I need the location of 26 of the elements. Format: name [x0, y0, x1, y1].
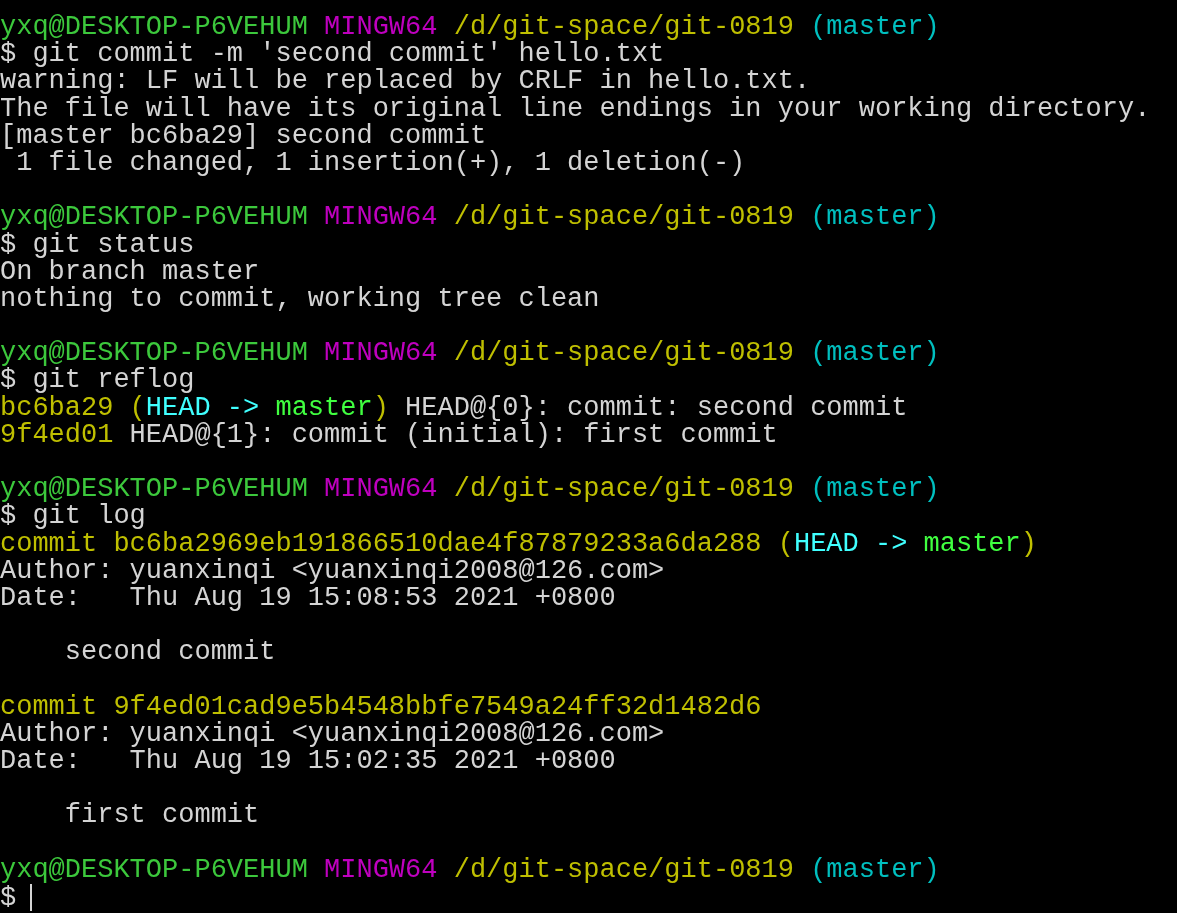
prompt-path: /d/git-space/git-0819 [453, 12, 794, 42]
prompt-system-name: MINGW64 [324, 854, 438, 885]
output-text: master [922, 528, 1021, 559]
command-text: $ [0, 882, 17, 913]
prompt-path: /d/git-space/git-0819 [453, 854, 794, 885]
output-text: HEAD -> [793, 528, 908, 559]
output-text: second commit [63, 637, 276, 668]
prompt-path: /d/git-space/git-0819 [453, 338, 794, 369]
prompt-system-name: MINGW64 [324, 474, 438, 505]
prompt-branch: (master) [810, 202, 940, 233]
prompt-system-name: MINGW64 [324, 338, 438, 369]
prompt-user-host: yxq@DESKTOP-P6VEHUM [0, 12, 308, 42]
output-text: first commit [63, 800, 260, 831]
output-text: ) [1020, 528, 1037, 559]
prompt-branch: (master) [810, 338, 940, 369]
prompt-branch: (master) [810, 854, 940, 885]
prompt-system-name: MINGW64 [324, 202, 438, 233]
prompt-user-host: yxq@DESKTOP-P6VEHUM [0, 854, 308, 885]
text-cursor [30, 884, 33, 911]
prompt-system-name: MINGW64 [324, 12, 438, 42]
output-text: Date: Thu Aug 19 15:02:35 2021 +0800 [0, 746, 616, 777]
prompt-path: /d/git-space/git-0819 [453, 474, 794, 505]
prompt-branch: (master) [810, 474, 940, 505]
prompt-path: /d/git-space/git-0819 [453, 202, 794, 233]
prompt-branch: (master) [810, 12, 940, 42]
output-text: nothing to commit, working tree clean [0, 283, 600, 314]
